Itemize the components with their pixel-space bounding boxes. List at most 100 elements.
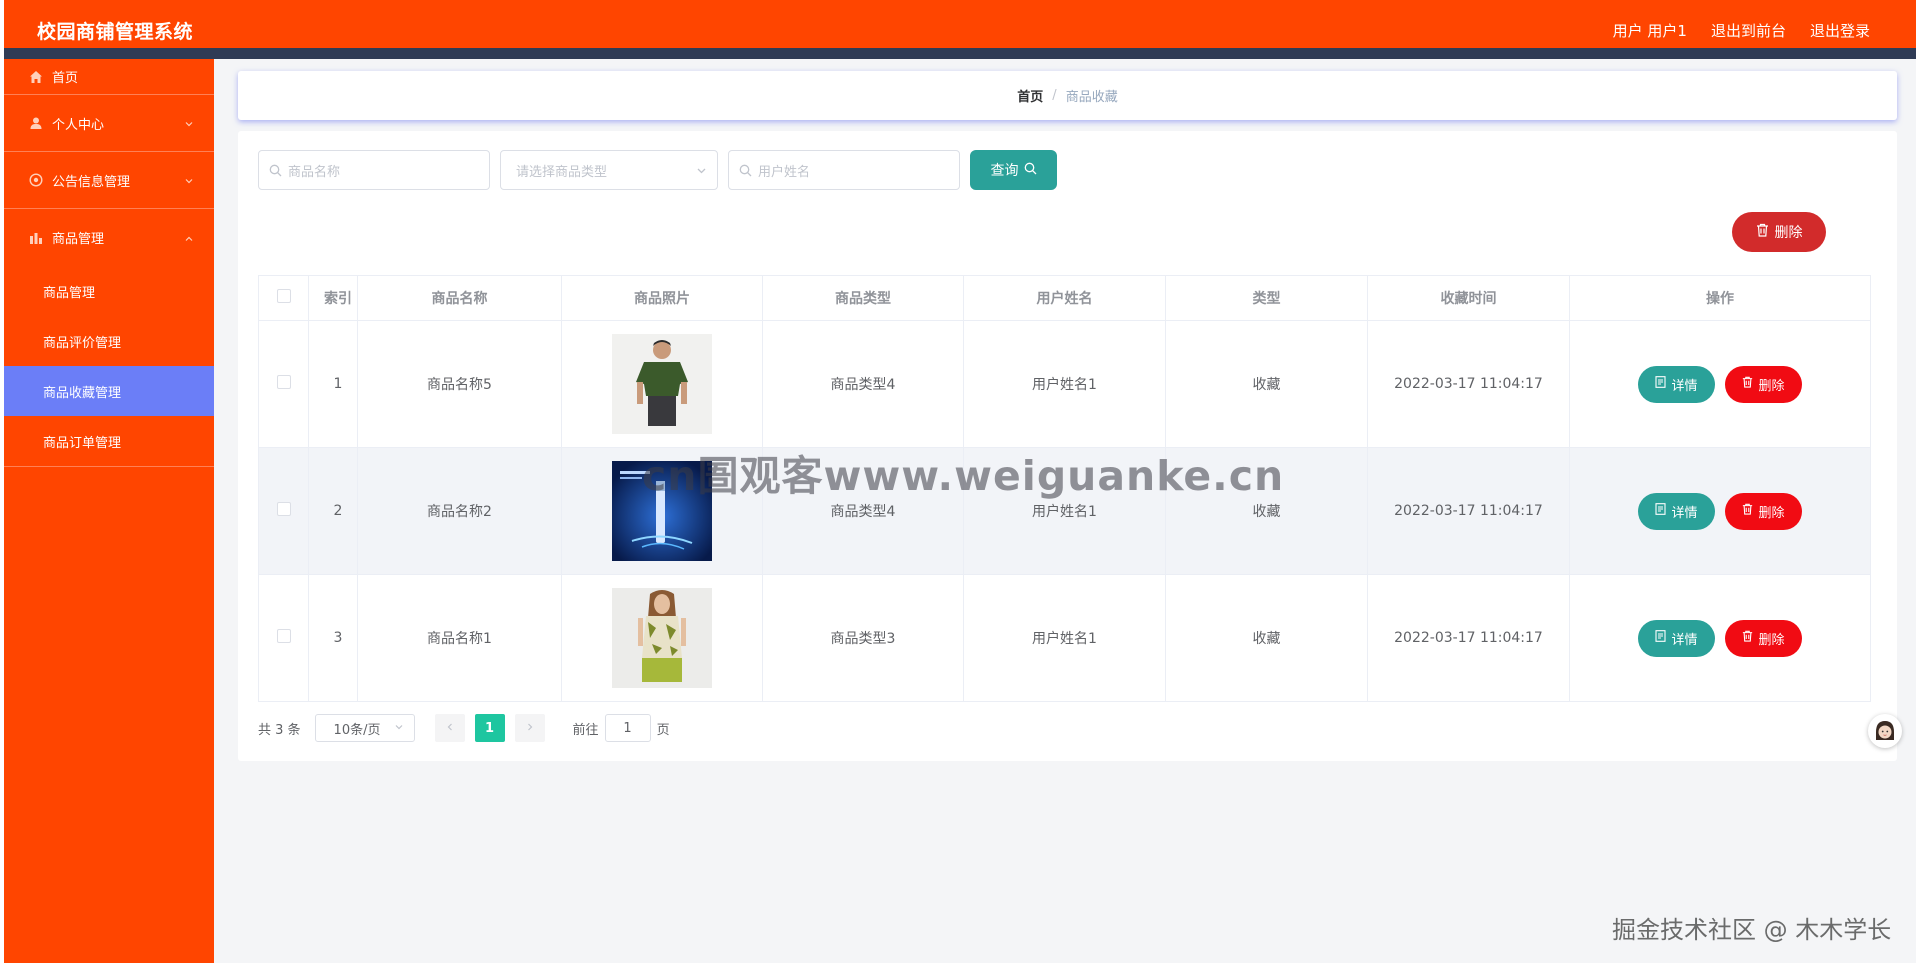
trash-icon <box>1742 630 1753 646</box>
sidebar-item-goods[interactable]: 商品管理 <box>4 209 214 266</box>
row-index: 3 <box>308 574 358 702</box>
select-all-checkbox[interactable] <box>276 289 291 303</box>
breadcrumb-separator: / <box>1052 88 1057 103</box>
trash-icon <box>1742 376 1753 392</box>
goods-submenu: 商品管理 商品评价管理 商品收藏管理 商品订单管理 <box>4 266 214 467</box>
query-button[interactable]: 查询 <box>970 150 1057 190</box>
table-header-row: 索引 商品名称 商品照片 商品类型 用户姓名 类型 收藏时间 操作 <box>258 275 1871 321</box>
top-links: 用户 用户1 退出到前台 退出登录 <box>1613 20 1870 41</box>
product-type-select[interactable]: 请选择商品类型 <box>500 150 718 190</box>
user-icon <box>28 115 44 131</box>
prev-page-button[interactable] <box>434 714 465 742</box>
notice-icon <box>28 172 44 188</box>
app-title: 校园商铺管理系统 <box>37 21 194 43</box>
actions-cell: 详情 删除 <box>1569 320 1871 448</box>
delete-button[interactable]: 删除 <box>1725 492 1802 530</box>
time-cell: 2022-03-17 11:04:17 <box>1367 320 1570 448</box>
row-index: 2 <box>308 447 358 575</box>
sidebar-subitem-favorites[interactable]: 商品收藏管理 <box>4 366 214 416</box>
avatar-face-icon <box>1876 721 1894 740</box>
search-icon <box>1024 162 1037 179</box>
delete-button[interactable]: 删除 <box>1725 365 1802 403</box>
delete-button-label: 删除 <box>1758 505 1785 521</box>
document-icon <box>1655 376 1667 392</box>
goto-page-input[interactable]: 1 <box>604 714 651 742</box>
header-divider <box>4 48 1916 59</box>
batch-delete-label: 删除 <box>1774 225 1803 241</box>
sidebar-item-profile[interactable]: 个人中心 <box>4 95 214 152</box>
delete-button[interactable]: 删除 <box>1725 619 1802 657</box>
product-name-cell: 商品名称5 <box>357 320 562 448</box>
sidebar-item-notice[interactable]: 公告信息管理 <box>4 152 214 209</box>
product-photo-cell <box>561 574 763 702</box>
page-size-select[interactable]: 10条/页 <box>314 714 415 742</box>
detail-button-label: 详情 <box>1671 632 1698 648</box>
page-number-active[interactable]: 1 <box>474 714 505 742</box>
goto-suffix: 页 <box>656 722 670 738</box>
detail-button-label: 详情 <box>1671 378 1698 394</box>
user-name-input[interactable]: 用户姓名 <box>728 150 960 190</box>
batch-delete-button[interactable]: 删除 <box>1732 212 1826 252</box>
trash-icon <box>1742 503 1753 519</box>
assistant-avatar[interactable] <box>1868 714 1902 748</box>
back-to-frontend-link[interactable]: 退出到前台 <box>1711 20 1786 41</box>
user-name-placeholder: 用户姓名 <box>758 164 811 180</box>
home-icon <box>28 69 44 85</box>
column-header: 操作 <box>1569 275 1871 321</box>
table-row: 3 商品名称1 商品类型3 用户姓名1 收藏 2022-03-17 11:04:… <box>258 574 1871 702</box>
sidebar-subitem-orders[interactable]: 商品订单管理 <box>4 416 214 466</box>
sidebar-item-label: 个人中心 <box>52 117 105 133</box>
sidebar-item-home[interactable]: 首页 <box>4 59 214 95</box>
column-header: 商品名称 <box>357 275 562 321</box>
sidebar-subitem-reviews[interactable]: 商品评价管理 <box>4 316 214 366</box>
row-select-cell <box>258 447 309 575</box>
chevron-down-icon <box>696 165 707 180</box>
search-icon <box>269 164 282 177</box>
product-photo[interactable] <box>612 588 712 688</box>
current-user-link[interactable]: 用户 用户1 <box>1613 20 1687 41</box>
pagination-total: 共 3 条 <box>258 722 301 738</box>
product-photo-cell <box>561 320 763 448</box>
delete-button-label: 删除 <box>1758 378 1785 394</box>
sidebar-item-label: 首页 <box>52 71 79 86</box>
chevron-left-icon <box>445 721 455 736</box>
time-cell: 2022-03-17 11:04:17 <box>1367 447 1570 575</box>
row-checkbox[interactable] <box>276 375 291 389</box>
document-icon <box>1655 630 1667 646</box>
kind-cell: 收藏 <box>1165 320 1368 448</box>
chevron-down-icon <box>184 118 194 133</box>
product-name-input[interactable]: 商品名称 <box>258 150 490 190</box>
breadcrumb-home[interactable]: 首页 <box>1017 86 1043 105</box>
product-type-placeholder: 请选择商品类型 <box>516 164 608 180</box>
document-icon <box>1655 503 1667 519</box>
product-type-cell: 商品类型3 <box>762 574 964 702</box>
row-select-cell <box>258 574 309 702</box>
user-name-cell: 用户姓名1 <box>963 320 1166 448</box>
detail-button[interactable]: 详情 <box>1638 365 1715 403</box>
actions-cell: 详情 删除 <box>1569 574 1871 702</box>
pagination: 共 3 条 10条/页 1 前往 1 页 <box>258 714 670 742</box>
trash-icon <box>1756 223 1769 241</box>
detail-button[interactable]: 详情 <box>1638 492 1715 530</box>
row-checkbox[interactable] <box>276 502 291 516</box>
sidebar-subitem-goods[interactable]: 商品管理 <box>4 266 214 316</box>
user-name-cell: 用户姓名1 <box>963 574 1166 702</box>
goto-prefix: 前往 <box>572 722 599 738</box>
detail-button[interactable]: 详情 <box>1638 619 1715 657</box>
product-type-cell: 商品类型4 <box>762 320 964 448</box>
app-window: 校园商铺管理系统 用户 用户1 退出到前台 退出登录 首页 个人中心 公告信息管… <box>4 0 1916 963</box>
search-icon <box>739 164 752 177</box>
row-select-cell <box>258 320 309 448</box>
sidebar: 首页 个人中心 公告信息管理 商品管理 商品管理 商品评价管理 商品收藏管理 商… <box>4 59 214 963</box>
detail-button-label: 详情 <box>1671 505 1698 521</box>
chevron-down-icon <box>394 721 404 736</box>
select-all-cell <box>258 275 309 321</box>
row-index: 1 <box>308 320 358 448</box>
watermark-center: cn圄观客www.weiguanke.cn <box>642 452 1285 500</box>
next-page-button[interactable] <box>514 714 545 742</box>
watermark-corner: 掘金技术社区 @ 木木学长 <box>1612 916 1892 944</box>
row-checkbox[interactable] <box>276 629 291 643</box>
product-name-cell: 商品名称1 <box>357 574 562 702</box>
product-photo[interactable] <box>612 334 712 434</box>
logout-link[interactable]: 退出登录 <box>1810 20 1870 41</box>
